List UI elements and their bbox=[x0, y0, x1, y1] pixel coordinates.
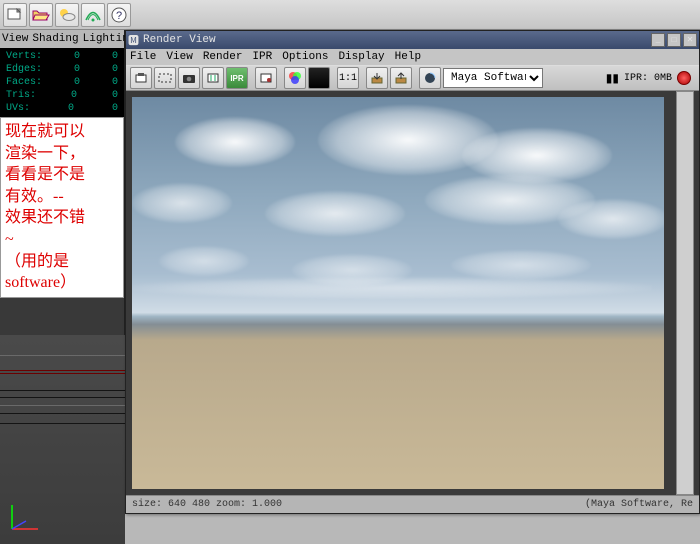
minimize-button[interactable]: _ bbox=[651, 33, 665, 47]
maximize-button[interactable]: □ bbox=[667, 33, 681, 47]
ipr-indicator-icon bbox=[677, 71, 691, 85]
close-button[interactable]: ✕ bbox=[683, 33, 697, 47]
redo-render-icon[interactable] bbox=[130, 67, 152, 89]
menu-display[interactable]: Display bbox=[338, 51, 384, 63]
snapshot-icon[interactable] bbox=[178, 67, 200, 89]
ipr-render-icon[interactable] bbox=[202, 67, 224, 89]
menu-view[interactable]: View bbox=[166, 51, 192, 63]
render-image-area[interactable] bbox=[126, 91, 699, 495]
menu-options[interactable]: Options bbox=[282, 51, 328, 63]
stat-faces: Faces:00 bbox=[0, 76, 124, 89]
ipr-refresh-icon[interactable]: IPR bbox=[226, 67, 248, 89]
menu-ipr[interactable]: IPR bbox=[252, 51, 272, 63]
svg-text:?: ? bbox=[116, 10, 122, 22]
weather-icon[interactable] bbox=[55, 3, 79, 27]
ipr-memory-label: IPR: 0MB bbox=[624, 73, 672, 84]
stat-verts: Verts:00 bbox=[0, 50, 124, 63]
viewport-menu: View Shading Lighting bbox=[0, 30, 124, 48]
real-size-icon[interactable]: 1:1 bbox=[337, 67, 359, 89]
menu-shading[interactable]: Shading bbox=[32, 33, 78, 45]
axis-gizmo bbox=[6, 499, 42, 538]
stat-tris: Tris:00 bbox=[0, 89, 124, 102]
rendered-image bbox=[132, 97, 664, 489]
render-view-menubar: File View Render IPR Options Display Hel… bbox=[126, 49, 699, 65]
status-size: size: 640 480 zoom: 1.000 bbox=[132, 499, 282, 510]
stat-edges: Edges:00 bbox=[0, 63, 124, 76]
menu-file[interactable]: File bbox=[130, 51, 156, 63]
render-statusbar: size: 640 480 zoom: 1.000 (Maya Software… bbox=[126, 495, 699, 513]
status-renderer: (Maya Software, Re bbox=[585, 499, 693, 510]
window-icon: 🅼 bbox=[128, 32, 139, 48]
pause-icon[interactable]: ▮▮ bbox=[606, 71, 619, 86]
render-view-window: 🅼 Render View _ □ ✕ File View Render IPR… bbox=[125, 30, 700, 514]
help-icon[interactable]: ? bbox=[107, 3, 131, 27]
open-scene-icon[interactable] bbox=[29, 3, 53, 27]
radar-icon[interactable] bbox=[81, 3, 105, 27]
stat-uvs: UVs:00 bbox=[0, 102, 124, 115]
menu-render[interactable]: Render bbox=[203, 51, 243, 63]
rgb-channels-icon[interactable] bbox=[284, 67, 306, 89]
new-scene-icon[interactable] bbox=[3, 3, 27, 27]
vertical-scrollbar[interactable] bbox=[676, 91, 694, 495]
left-viewport[interactable] bbox=[0, 335, 125, 544]
user-annotation: 现在就可以 渲染一下， 看看是不是 有效。-- 效果还不错 ~ （用的是 sof… bbox=[0, 117, 124, 298]
render-region-icon[interactable] bbox=[154, 67, 176, 89]
ipr-tuning-icon[interactable] bbox=[419, 67, 441, 89]
keep-image-icon[interactable] bbox=[366, 67, 388, 89]
menu-help[interactable]: Help bbox=[395, 51, 421, 63]
ipr-status: ▮▮ IPR: 0MB bbox=[606, 71, 695, 86]
render-view-toolbar: IPR 1:1 Maya Software ▮▮ IPR: 0MB bbox=[126, 65, 699, 91]
remove-image-icon[interactable] bbox=[390, 67, 412, 89]
titlebar[interactable]: 🅼 Render View _ □ ✕ bbox=[126, 31, 699, 49]
alpha-channel-icon[interactable] bbox=[308, 67, 330, 89]
render-globals-icon[interactable] bbox=[255, 67, 277, 89]
menu-view[interactable]: View bbox=[2, 33, 28, 45]
left-panel: View Shading Lighting Verts:00 Edges:00 … bbox=[0, 30, 125, 514]
poly-stats: Verts:00 Edges:00 Faces:00 Tris:00 UVs:0… bbox=[0, 48, 124, 117]
renderer-dropdown[interactable]: Maya Software bbox=[443, 68, 543, 88]
app-main-toolbar: ? bbox=[0, 0, 700, 30]
window-title: Render View bbox=[139, 34, 649, 46]
